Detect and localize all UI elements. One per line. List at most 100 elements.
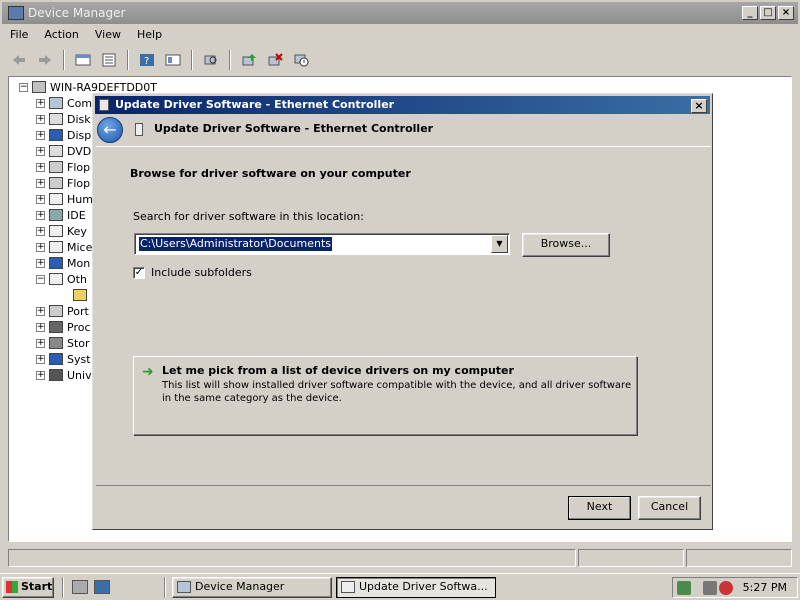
- up-icon[interactable]: [72, 49, 94, 71]
- status-cell: [578, 549, 684, 567]
- server-manager-icon[interactable]: [72, 580, 88, 594]
- chevron-down-icon[interactable]: ▼: [491, 235, 508, 253]
- tree-item[interactable]: + Syst: [36, 351, 91, 367]
- tree-item[interactable]: + Stor: [36, 335, 90, 351]
- tree-item[interactable]: + DVD: [36, 143, 91, 159]
- usb-controller-icon: [49, 369, 63, 381]
- expand-icon[interactable]: +: [36, 194, 45, 204]
- device-manager-title: Device Manager: [28, 6, 126, 20]
- collapse-icon[interactable]: −: [19, 82, 28, 92]
- svg-text:?: ?: [144, 56, 149, 67]
- tree-item-label: Flop: [67, 176, 91, 190]
- expand-icon[interactable]: +: [36, 258, 45, 268]
- expand-icon[interactable]: +: [36, 370, 45, 380]
- start-button[interactable]: Start: [2, 577, 54, 598]
- scan-hardware-icon[interactable]: [200, 49, 222, 71]
- expand-icon[interactable]: +: [36, 130, 45, 140]
- network-icon[interactable]: [703, 581, 717, 595]
- expand-icon[interactable]: +: [36, 338, 45, 348]
- wizard-back-button[interactable]: ←: [97, 117, 123, 143]
- tree-item[interactable]: + Disk: [36, 111, 91, 127]
- tree-item[interactable]: + Com: [36, 95, 92, 111]
- maximize-button[interactable]: □: [760, 6, 776, 20]
- next-button[interactable]: Next: [568, 496, 631, 520]
- expand-icon[interactable]: +: [36, 306, 45, 316]
- disable-icon[interactable]: [290, 49, 312, 71]
- hid-icon: [49, 193, 63, 205]
- tree-item[interactable]: + Mon: [36, 255, 90, 271]
- browse-button[interactable]: Browse...: [522, 233, 610, 257]
- menu-file[interactable]: File: [2, 25, 36, 45]
- security-status-icon[interactable]: [677, 581, 691, 595]
- uninstall-icon[interactable]: [264, 49, 286, 71]
- update-driver-icon[interactable]: [238, 49, 260, 71]
- include-subfolders-label: Include subfolders: [151, 266, 252, 279]
- cancel-button[interactable]: Cancel: [638, 496, 701, 520]
- tree-root-label: WIN-RA9DEFTDD0T: [50, 80, 157, 94]
- wizard-title: Update Driver Software - Ethernet Contro…: [154, 122, 434, 135]
- tree-item[interactable]: + Proc: [36, 319, 91, 335]
- device-manager-title-bar[interactable]: Device Manager _ □ ×: [2, 2, 798, 24]
- help-icon[interactable]: ?: [136, 49, 158, 71]
- device-manager-icon: [177, 581, 191, 593]
- clock[interactable]: 5:27 PM: [743, 581, 787, 594]
- tree-item[interactable]: + Flop: [36, 175, 90, 191]
- expand-icon[interactable]: +: [36, 178, 45, 188]
- expand-icon[interactable]: +: [36, 322, 45, 332]
- update-driver-task-icon: [341, 581, 355, 593]
- tree-item[interactable]: + Key: [36, 223, 87, 239]
- tree-item-label: Hum: [67, 192, 93, 206]
- menu-help[interactable]: Help: [129, 25, 170, 45]
- show-desktop-icon[interactable]: [94, 580, 110, 594]
- tree-item[interactable]: + Disp: [36, 127, 91, 143]
- include-subfolders-checkbox[interactable]: ✓ Include subfolders: [133, 266, 252, 279]
- tree-item[interactable]: + Port: [36, 303, 89, 319]
- menu-view[interactable]: View: [87, 25, 129, 45]
- start-label: Start: [21, 580, 53, 593]
- warning-device-icon: [73, 289, 87, 301]
- pick-from-list-option[interactable]: ➜ Let me pick from a list of device driv…: [133, 356, 637, 435]
- toolbar-separator: [127, 50, 129, 70]
- dialog-title-bar[interactable]: Update Driver Software - Ethernet Contro…: [95, 96, 710, 114]
- tree-item[interactable]: + Hum: [36, 191, 93, 207]
- dvd-drive-icon: [49, 145, 63, 157]
- toolbar-separator: [63, 50, 65, 70]
- forward-icon[interactable]: [34, 49, 56, 71]
- path-input[interactable]: C:\Users\Administrator\Documents: [139, 237, 333, 251]
- floppy-controller-icon: [49, 177, 63, 189]
- tree-item[interactable]: + Mice: [36, 239, 92, 255]
- properties-icon[interactable]: [98, 49, 120, 71]
- close-button[interactable]: ×: [778, 6, 794, 20]
- task-label: Device Manager: [195, 580, 285, 593]
- expand-icon[interactable]: +: [36, 114, 45, 124]
- expand-icon[interactable]: +: [36, 226, 45, 236]
- tree-item[interactable]: − Oth: [36, 271, 87, 287]
- task-update-driver[interactable]: Update Driver Softwa...: [336, 577, 496, 598]
- wizard-content: [96, 146, 711, 486]
- tree-item[interactable]: [73, 287, 91, 303]
- path-combobox[interactable]: C:\Users\Administrator\Documents ▼: [134, 233, 510, 255]
- expand-icon[interactable]: +: [36, 242, 45, 252]
- minimize-button[interactable]: _: [742, 6, 758, 20]
- system-tray: 5:27 PM: [672, 577, 798, 598]
- tree-item-label: Univ: [67, 368, 92, 382]
- tree-item[interactable]: + Flop: [36, 159, 90, 175]
- expand-icon[interactable]: +: [36, 354, 45, 364]
- view-icon[interactable]: [162, 49, 184, 71]
- menu-action[interactable]: Action: [36, 25, 86, 45]
- task-device-manager[interactable]: Device Manager: [172, 577, 332, 598]
- checkbox-checked-icon[interactable]: ✓: [133, 266, 145, 279]
- mouse-icon: [49, 241, 63, 253]
- back-icon[interactable]: [8, 49, 30, 71]
- no-network-icon[interactable]: [719, 581, 733, 595]
- expand-icon[interactable]: +: [36, 146, 45, 156]
- tree-item-label: Proc: [67, 320, 91, 334]
- expand-icon[interactable]: +: [36, 210, 45, 220]
- tree-item[interactable]: + IDE: [36, 207, 86, 223]
- keyboard-icon: [49, 225, 63, 237]
- expand-icon[interactable]: +: [36, 162, 45, 172]
- tree-item[interactable]: + Univ: [36, 367, 92, 383]
- dialog-close-button[interactable]: ×: [691, 99, 707, 113]
- collapse-icon[interactable]: −: [36, 274, 45, 284]
- expand-icon[interactable]: +: [36, 98, 45, 108]
